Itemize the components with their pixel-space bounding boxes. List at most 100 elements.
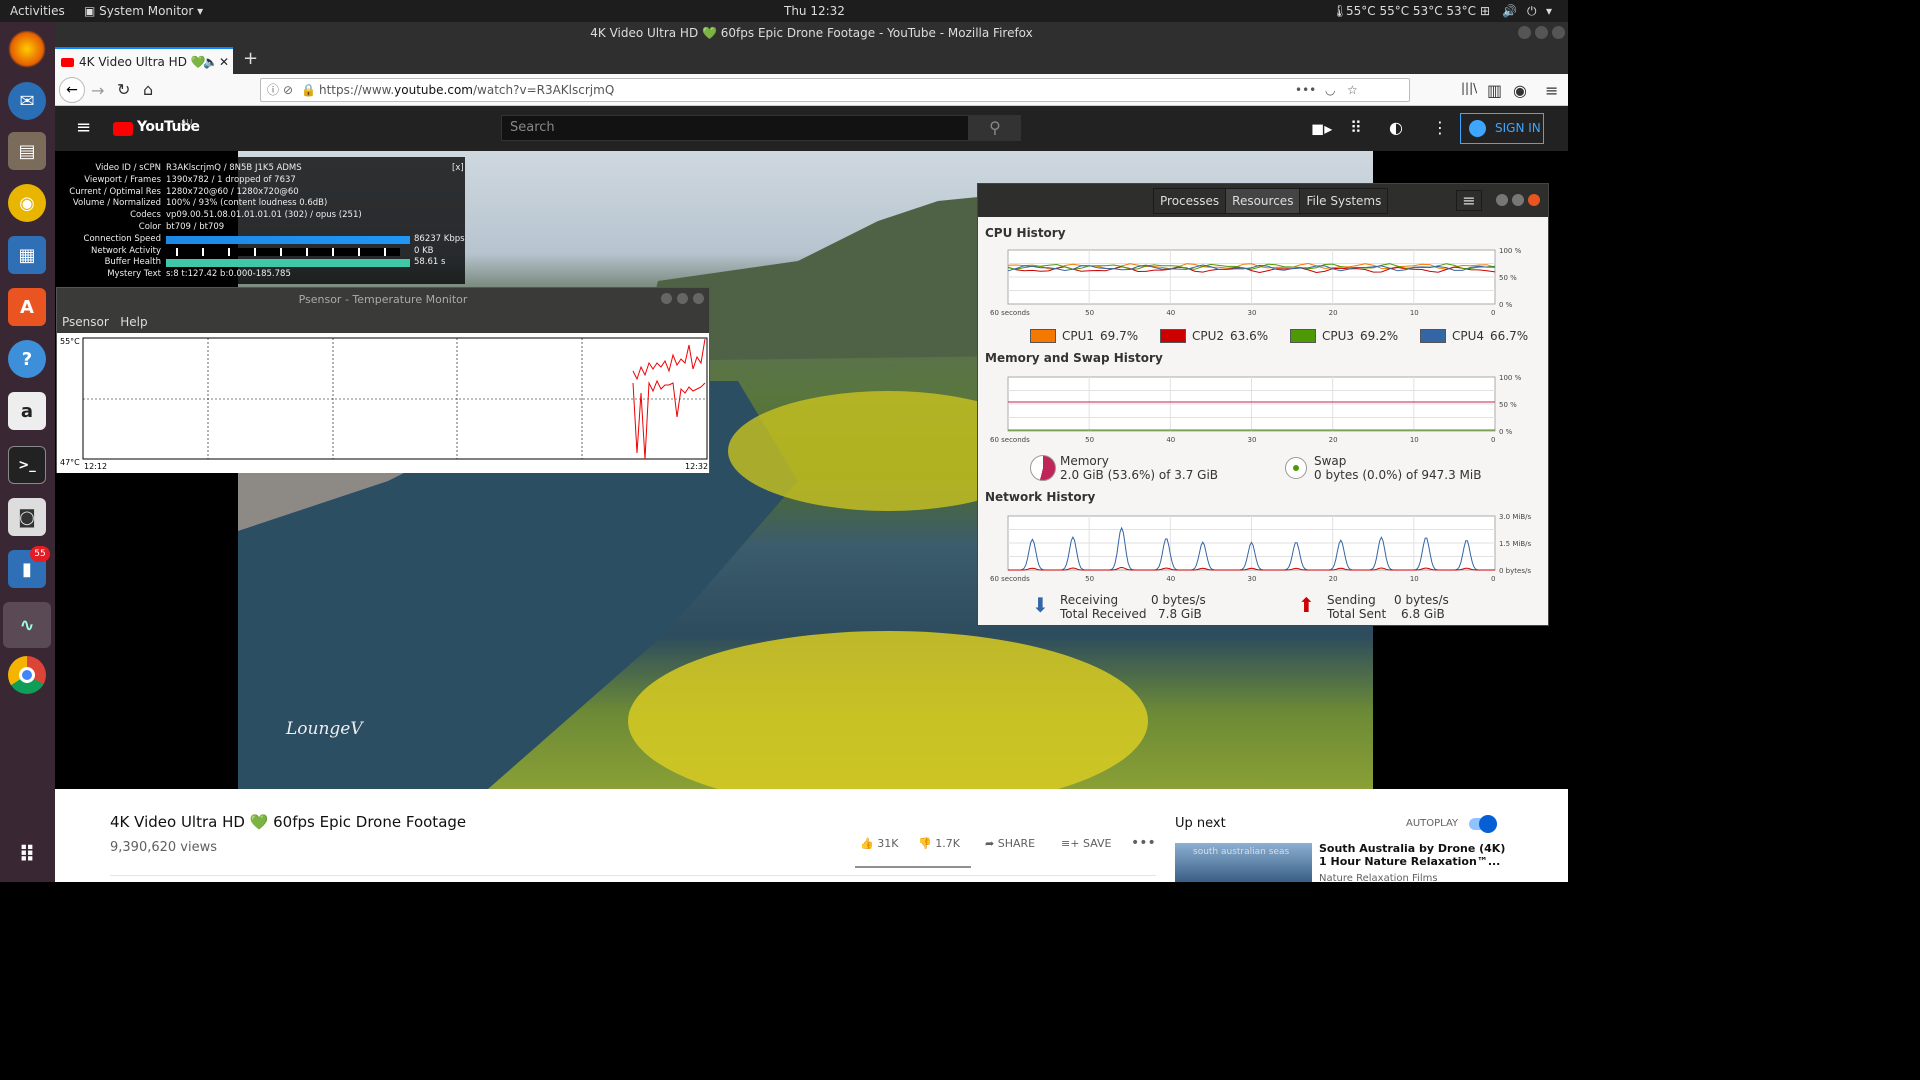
tab-close-icon[interactable]: ✕ [219, 49, 229, 75]
sysmon-minimize-button[interactable] [1496, 194, 1508, 206]
memory-value: 2.0 GiB (53.6%) of 3.7 GiB [1060, 468, 1219, 482]
forward-button[interactable]: → [91, 81, 104, 100]
clock[interactable]: Thu 12:32 [784, 4, 845, 18]
swap-value: 0 bytes (0.0%) of 947.3 MiB [1314, 468, 1482, 482]
menu-psensor[interactable]: Psensor [62, 315, 109, 329]
sign-in-button[interactable]: SIGN IN [1460, 113, 1544, 144]
tab-processes[interactable]: Processes [1154, 189, 1225, 213]
settings-dots-icon[interactable]: ⋮ [1432, 118, 1448, 137]
camera-icon[interactable]: ◙ [8, 498, 46, 536]
firefox-icon[interactable] [8, 30, 46, 68]
app-grid-icon[interactable]: ⠿ [8, 836, 46, 874]
connection-speed-bar [166, 235, 410, 244]
y-tick-label: 0 % [1499, 428, 1513, 436]
cpu-legend-item[interactable]: CPU4 66.7% [1420, 329, 1528, 343]
messages-icon[interactable]: ◐ [1389, 118, 1403, 137]
hamburger-icon[interactable]: ≡ [76, 117, 91, 138]
more-actions-icon[interactable]: ••• [1131, 835, 1156, 851]
page-actions-icon[interactable]: ••• [1295, 79, 1316, 101]
chevron-down-icon[interactable]: ▾ [1546, 4, 1552, 18]
sysmon-maximize-button[interactable] [1512, 194, 1524, 206]
hamburger-menu-icon[interactable]: ≡ [1456, 190, 1482, 211]
minimize-button[interactable] [1518, 26, 1531, 39]
url-bar[interactable]: ⓘ ⊘ 🔒 https://www.youtube.com/watch?v=R3… [260, 78, 1410, 102]
autoplay-toggle[interactable] [1469, 815, 1497, 833]
memory-pie-icon[interactable] [1030, 455, 1056, 481]
cpu-legend-item[interactable]: CPU3 69.2% [1290, 329, 1398, 343]
psensor-minimize-button[interactable] [661, 293, 672, 304]
speaker-icon[interactable]: 🔈 [203, 49, 218, 75]
cpu-legend-item[interactable]: CPU1 69.7% [1030, 329, 1138, 343]
color-swatch[interactable] [1420, 329, 1446, 343]
tab-file-systems[interactable]: File Systems [1300, 189, 1387, 213]
youtube-logo-icon[interactable] [113, 122, 133, 136]
maximize-button[interactable] [1535, 26, 1548, 39]
stat-row: Mystery Text s:8 t:127.42 b:0.000-185.785 [63, 269, 465, 281]
stat-key: Volume / Normalized [72, 198, 161, 209]
amazon-icon[interactable]: a [8, 392, 46, 430]
up-next-label: Up next [1175, 816, 1226, 831]
volume-icon[interactable]: 🔊 [1502, 4, 1517, 18]
reload-button[interactable]: ↻ [117, 80, 130, 99]
network-icon[interactable]: ⊞ [1480, 4, 1490, 18]
swap-pie-icon[interactable] [1285, 457, 1307, 479]
software-icon[interactable]: A [8, 288, 46, 326]
apps-icon[interactable]: ⠿ [1350, 118, 1362, 137]
video-watermark: LoungeV [286, 719, 363, 739]
close-button[interactable] [1552, 26, 1565, 39]
color-swatch[interactable] [1030, 329, 1056, 343]
sysmon-close-button[interactable] [1528, 194, 1540, 206]
writer-icon[interactable]: ▦ [8, 236, 46, 274]
stat-value: 100% / 93% (content loudness 0.6dB) [166, 198, 328, 209]
color-swatch[interactable] [1290, 329, 1316, 343]
tab-resources[interactable]: Resources [1225, 189, 1301, 213]
psensor-y-bottom-label: 47°C [60, 458, 80, 467]
help-icon[interactable]: ? [8, 340, 46, 378]
cpu-legend-item[interactable]: CPU2 63.6% [1160, 329, 1268, 343]
terminal-icon[interactable]: >_ [8, 446, 46, 484]
psensor-maximize-button[interactable] [677, 293, 688, 304]
stats-for-nerds-overlay: [x] Video ID / sCPN R3AKlscrjmQ / 8N5B J1… [63, 157, 465, 284]
menu-icon[interactable]: ≡ [1545, 81, 1558, 100]
up-next-title[interactable]: South Australia by Drone (4K) 1 Hour Nat… [1319, 842, 1509, 868]
tab-youtube[interactable]: 4K Video Ultra HD 💚 🔈 ✕ [55, 47, 233, 77]
search-button[interactable]: ⚲ [969, 115, 1021, 141]
share-button[interactable]: ➦ SHARE [985, 837, 1035, 850]
network-graph: 60 seconds 50 40 30 20 10 0 3.0 MiB/s 1.5 MiB/s 0… [990, 513, 1532, 583]
sending-rate: 0 bytes/s [1394, 593, 1449, 607]
permissions-icon[interactable]: ⊘ [283, 79, 293, 101]
up-next-thumbnail[interactable]: south australian seas [1175, 843, 1312, 882]
dislike-button[interactable]: 👎 1.7K [918, 837, 960, 850]
account-icon[interactable]: ◉ [1513, 81, 1527, 100]
new-tab-button[interactable]: + [243, 48, 258, 69]
color-swatch[interactable] [1160, 329, 1186, 343]
temperature-readout[interactable]: 55°C 55°C 53°C 53°C [1346, 4, 1476, 18]
info-icon[interactable]: ⓘ [267, 79, 279, 101]
menu-help[interactable]: Help [120, 315, 147, 329]
rhythmbox-icon[interactable]: ◉ [8, 184, 46, 222]
home-button[interactable]: ⌂ [143, 80, 153, 99]
stat-row: Codecs vp09.00.51.08.01.01.01.01 (302) / … [63, 210, 465, 222]
x-tick-label: 20 [1329, 575, 1338, 583]
create-video-icon[interactable]: ◼▸ [1311, 119, 1332, 138]
files-icon[interactable]: ▤ [8, 132, 46, 170]
search-input[interactable]: Search [501, 115, 969, 141]
stat-key: Network Activity [91, 245, 161, 256]
stat-value: 0 KB [414, 245, 434, 256]
chrome-icon[interactable] [8, 656, 46, 694]
power-icon[interactable]: ⏻ [1527, 4, 1537, 19]
activities-button[interactable]: Activities [10, 4, 65, 18]
pocket-icon[interactable]: ◡ [1325, 79, 1335, 101]
system-monitor-icon[interactable]: ∿ [3, 602, 51, 648]
sidebar-icon[interactable]: ▥ [1487, 81, 1502, 100]
thunderbird-icon[interactable]: ✉ [8, 82, 46, 120]
back-button[interactable]: ← [59, 77, 85, 103]
library-icon[interactable]: |||\ [1461, 81, 1477, 95]
like-button[interactable]: 👍 31K [860, 837, 898, 850]
dislike-count: 1.7K [935, 837, 960, 850]
psensor-close-button[interactable] [693, 293, 704, 304]
app-menu[interactable]: ▣ System Monitor ▾ [84, 4, 203, 18]
stat-key: Codecs [130, 210, 161, 221]
bookmark-star-icon[interactable]: ☆ [1347, 79, 1358, 101]
save-button[interactable]: ≡+ SAVE [1061, 837, 1111, 850]
